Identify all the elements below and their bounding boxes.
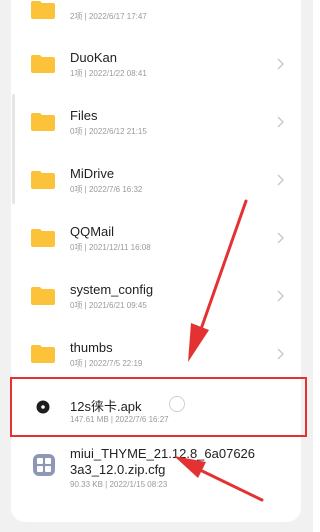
chevron-right-icon — [277, 58, 284, 70]
folder-icon — [31, 170, 55, 189]
folder-icon — [31, 112, 55, 131]
file-meta: 0项 | 2022/7/5 22:19 — [70, 359, 143, 368]
file-meta: 0项 | 2021/12/11 16:08 — [70, 243, 151, 252]
file-meta: 2项 | 2022/6/17 17:47 — [70, 12, 147, 21]
file-name-line2: 3a3_12.0.zip.cfg — [70, 462, 166, 477]
annotation-highlight-box — [10, 377, 307, 437]
file-meta: 0项 | 2022/6/12 21:15 — [70, 127, 147, 136]
file-name: MiDrive — [70, 166, 115, 181]
folder-icon — [31, 0, 55, 19]
file-name: Files — [70, 108, 98, 123]
list-item-folder-top[interactable]: 2项 | 2022/6/17 17:47 — [11, 0, 301, 21]
list-item-duokan[interactable]: DuoKan 1项 | 2022/1/22 08:41 — [11, 38, 301, 96]
file-name-line1: miui_THYME_21.12.8_6a07626 — [70, 446, 256, 461]
file-name: DuoKan — [70, 50, 117, 65]
folder-icon — [31, 228, 55, 247]
file-meta: 0项 | 2021/6/21 09:45 — [70, 301, 147, 310]
file-list-screen[interactable]: 2项 | 2022/6/17 17:47 DuoKan 1项 | 2022/1/… — [11, 0, 301, 522]
chevron-right-icon — [277, 116, 284, 128]
list-item-system-config[interactable]: system_config 0项 | 2021/6/21 09:45 — [11, 270, 301, 328]
phone-frame: 2项 | 2022/6/17 17:47 DuoKan 1项 | 2022/1/… — [0, 0, 313, 532]
folder-icon — [31, 286, 55, 305]
chevron-right-icon — [277, 232, 284, 244]
file-meta: 0项 | 2022/7/6 16:32 — [70, 185, 143, 194]
file-meta: 1项 | 2022/1/22 08:41 — [70, 69, 147, 78]
list-item-cfg[interactable]: miui_THYME_21.12.8_6a07626 3a3_12.0.zip.… — [11, 440, 301, 510]
file-name: thumbs — [70, 340, 113, 355]
chevron-right-icon — [277, 174, 284, 186]
chevron-right-icon — [277, 348, 284, 360]
list-item-files[interactable]: Files 0项 | 2022/6/12 21:15 — [11, 96, 301, 154]
file-name: system_config — [70, 282, 154, 297]
file-meta: 90.33 KB | 2022/1/15 08:23 — [70, 480, 168, 489]
folder-icon — [31, 344, 55, 363]
folder-icon — [31, 54, 55, 73]
cfg-file-icon — [33, 454, 55, 476]
list-item-midrive[interactable]: MiDrive 0项 | 2022/7/6 16:32 — [11, 154, 301, 212]
file-name: QQMail — [70, 224, 115, 239]
chevron-right-icon — [277, 290, 284, 302]
list-item-qqmail[interactable]: QQMail 0项 | 2021/12/11 16:08 — [11, 212, 301, 270]
